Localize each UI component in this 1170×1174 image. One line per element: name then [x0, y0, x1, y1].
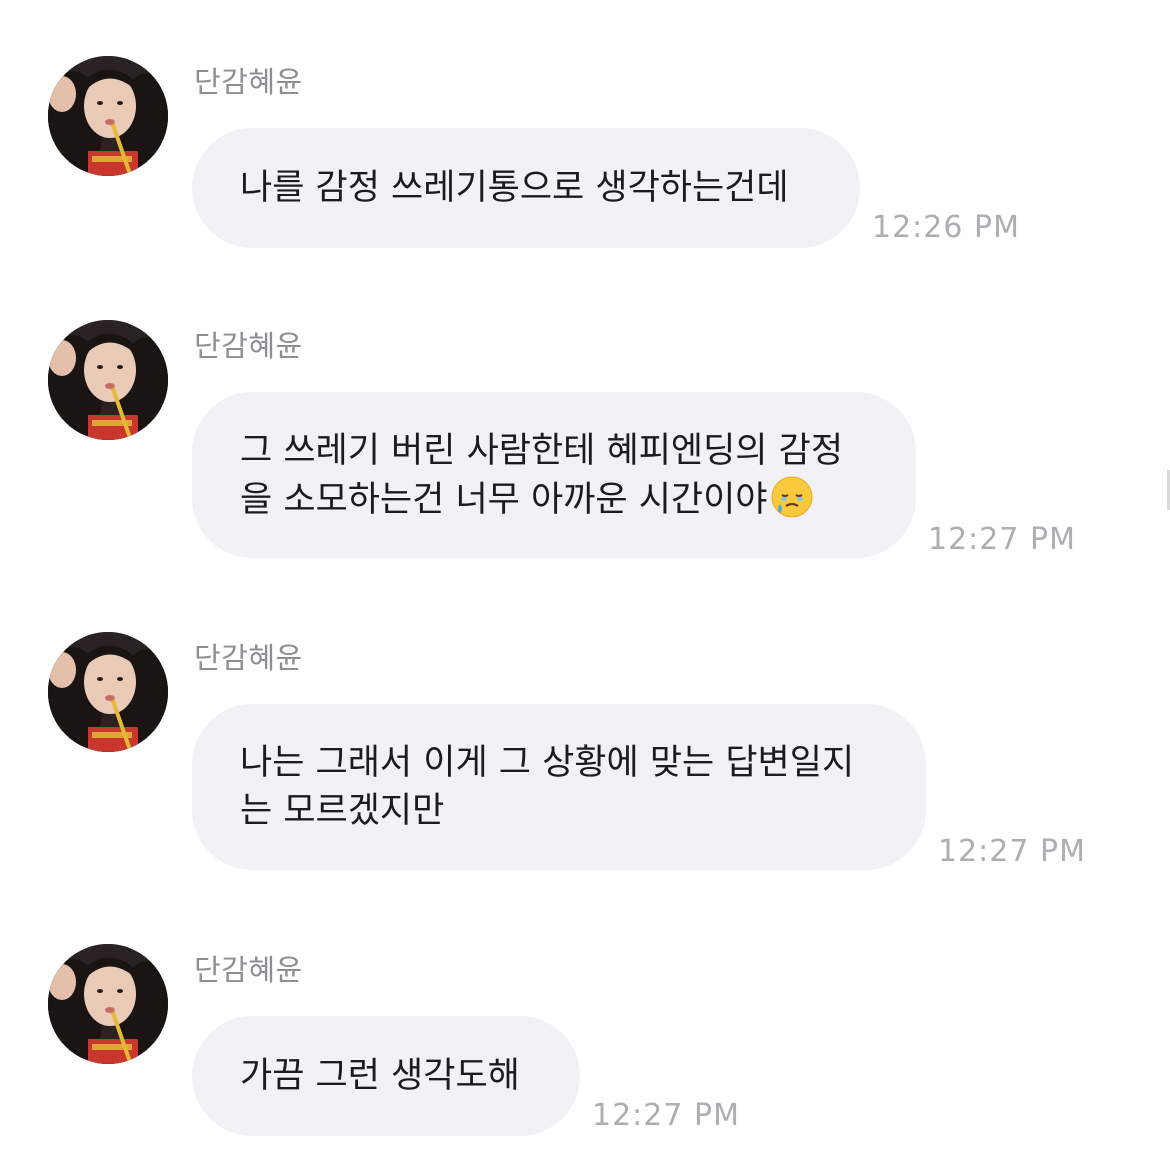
- timestamp: 12:27 PM: [592, 1098, 740, 1133]
- message-text: 나를 감정 쓰레기통으로 생각하는건데: [240, 168, 789, 208]
- avatar-photo: [48, 944, 168, 1064]
- message-bubble[interactable]: 가끔 그런 생각도해: [192, 1016, 580, 1136]
- message-bubble[interactable]: 나를 감정 쓰레기통으로 생각하는건데: [192, 128, 860, 248]
- message-text: 나는 그래서 이게 그 상황에 맞는 답변일지: [240, 743, 855, 783]
- avatar-photo: [48, 320, 168, 440]
- message-text: 는 모르겠지만: [240, 791, 445, 831]
- timestamp: 12:26 PM: [872, 210, 1020, 245]
- timestamp: 12:27 PM: [938, 834, 1086, 869]
- message-item: 단감혜윤 가끔 그런 생각도해 12:27 PM: [0, 944, 1170, 1144]
- avatar[interactable]: [48, 944, 168, 1064]
- sender-name: 단감혜윤: [194, 953, 303, 987]
- avatar[interactable]: [48, 320, 168, 440]
- message-text: 그 쓰레기 버린 사람한테 혜피엔딩의 감정: [240, 430, 844, 471]
- avatar[interactable]: [48, 56, 168, 176]
- sender-name: 단감혜윤: [194, 65, 303, 99]
- message-text: 가끔 그런 생각도해: [240, 1056, 520, 1096]
- message-text-line-2: 을 소모하는건 너무 아까운 시간이야: [240, 475, 868, 524]
- avatar-photo: [48, 632, 168, 752]
- message-item: 단감혜윤 그 쓰레기 버린 사람한테 혜피엔딩의 감정 을 소모하는건 너무 아…: [0, 320, 1170, 570]
- message-bubble[interactable]: 그 쓰레기 버린 사람한테 혜피엔딩의 감정 을 소모하는건 너무 아까운 시간…: [192, 392, 916, 558]
- avatar-photo: [48, 56, 168, 176]
- message-item: 단감혜윤 나를 감정 쓰레기통으로 생각하는건데 12:26 PM: [0, 56, 1170, 256]
- sender-name: 단감혜윤: [194, 641, 303, 675]
- face-holding-back-tears-icon: [771, 476, 813, 517]
- message-text: 을 소모하는건 너무 아까운 시간이야: [240, 479, 768, 520]
- avatar[interactable]: [48, 632, 168, 752]
- sender-name: 단감혜윤: [194, 329, 303, 363]
- message-item: 단감혜윤 나는 그래서 이게 그 상황에 맞는 답변일지 는 모르겠지만 12:…: [0, 632, 1170, 882]
- message-bubble[interactable]: 나는 그래서 이게 그 상황에 맞는 답변일지 는 모르겠지만: [192, 704, 926, 870]
- timestamp: 12:27 PM: [928, 522, 1076, 557]
